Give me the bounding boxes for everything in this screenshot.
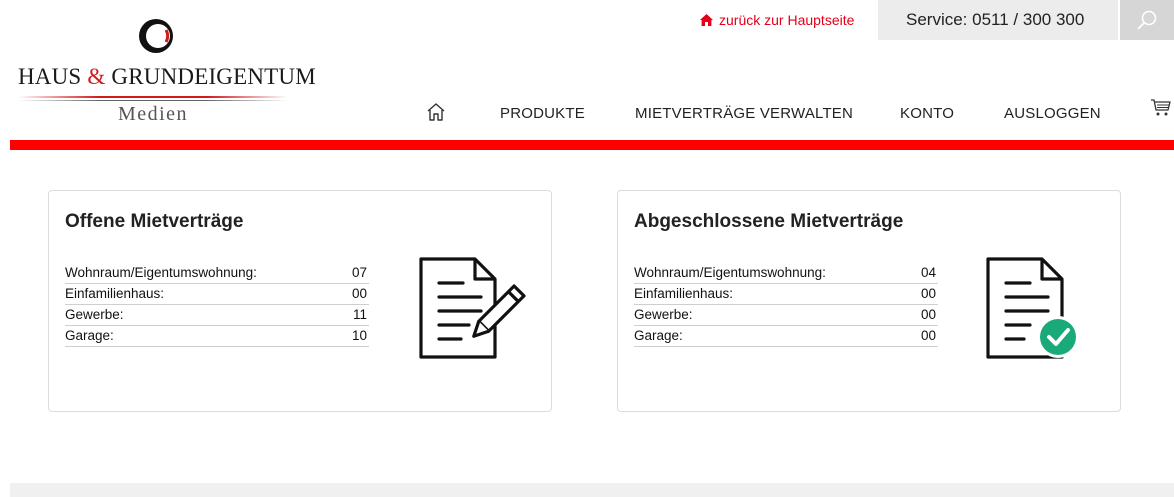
stat-value: 04 [920, 265, 936, 280]
stat-row: Garage: 00 [634, 326, 938, 347]
search-button[interactable] [1120, 0, 1174, 40]
document-check-icon [986, 257, 1079, 359]
logo-mark-icon [139, 19, 173, 53]
stat-value: 10 [351, 328, 367, 343]
stat-label: Gewerbe: [65, 307, 124, 322]
nav-item-mietvertraege-verwalten[interactable]: MIETVERTRÄGE VERWALTEN [635, 105, 853, 122]
stat-row: Garage: 10 [65, 326, 369, 347]
stat-row: Einfamilienhaus: 00 [65, 284, 369, 305]
back-link-label: zurück zur Hauptseite [719, 12, 855, 28]
stats-list: Wohnraum/Eigentumswohnung: 07 Einfamilie… [65, 263, 369, 347]
card-closed-contracts[interactable]: Abgeschlossene Mietverträge Wohnraum/Eig… [617, 190, 1121, 412]
stat-value: 11 [352, 307, 367, 322]
logo-word-grundeigentum: GRUNDEIGENTUM [111, 64, 316, 89]
header-accent-bar [10, 140, 1174, 150]
stat-label: Garage: [634, 328, 683, 343]
home-icon[interactable] [426, 102, 446, 122]
home-small-icon [700, 14, 713, 26]
document-edit-icon [419, 257, 526, 359]
nav-item-produkte[interactable]: PRODUKTE [500, 105, 585, 122]
stat-label: Wohnraum/Eigentumswohnung: [65, 265, 257, 280]
stat-label: Einfamilienhaus: [634, 286, 734, 301]
stat-value: 00 [920, 307, 936, 322]
card-title: Offene Mietverträge [65, 211, 244, 232]
stat-label: Einfamilienhaus: [65, 286, 165, 301]
card-title: Abgeschlossene Mietverträge [634, 211, 904, 232]
stat-value: 00 [920, 286, 936, 301]
logo-word-haus: HAUS [18, 64, 82, 89]
nav-item-ausloggen[interactable]: AUSLOGGEN [1004, 105, 1101, 122]
stat-label: Gewerbe: [634, 307, 693, 322]
logo-ampersand: & [87, 64, 106, 89]
stat-label: Wohnraum/Eigentumswohnung: [634, 265, 826, 280]
back-to-home-link[interactable]: zurück zur Hauptseite [700, 12, 854, 28]
footer-band [10, 483, 1174, 497]
stat-row: Wohnraum/Eigentumswohnung: 07 [65, 263, 369, 284]
search-icon [1137, 10, 1157, 30]
stat-row: Gewerbe: 00 [634, 305, 938, 326]
logo-divider [18, 96, 288, 98]
stat-value: 07 [351, 265, 367, 280]
stat-row: Einfamilienhaus: 00 [634, 284, 938, 305]
stat-value: 00 [351, 286, 367, 301]
stat-label: Garage: [65, 328, 114, 343]
stats-list: Wohnraum/Eigentumswohnung: 04 Einfamilie… [634, 263, 938, 347]
logo-wordmark: HAUS & GRUNDEIGENTUM [18, 64, 316, 90]
card-open-contracts[interactable]: Offene Mietverträge Wohnraum/Eigentumswo… [48, 190, 552, 412]
stat-value: 00 [920, 328, 936, 343]
nav-item-konto[interactable]: KONTO [900, 105, 954, 122]
stat-row: Gewerbe: 11 [65, 305, 369, 326]
logo-divider-thin [18, 100, 288, 101]
cart-icon[interactable] [1150, 98, 1172, 118]
main-navigation: PRODUKTE MIETVERTRÄGE VERWALTEN KONTO AU… [0, 99, 1174, 126]
service-hotline: Service: 0511 / 300 300 [878, 0, 1118, 40]
stat-row: Wohnraum/Eigentumswohnung: 04 [634, 263, 938, 284]
